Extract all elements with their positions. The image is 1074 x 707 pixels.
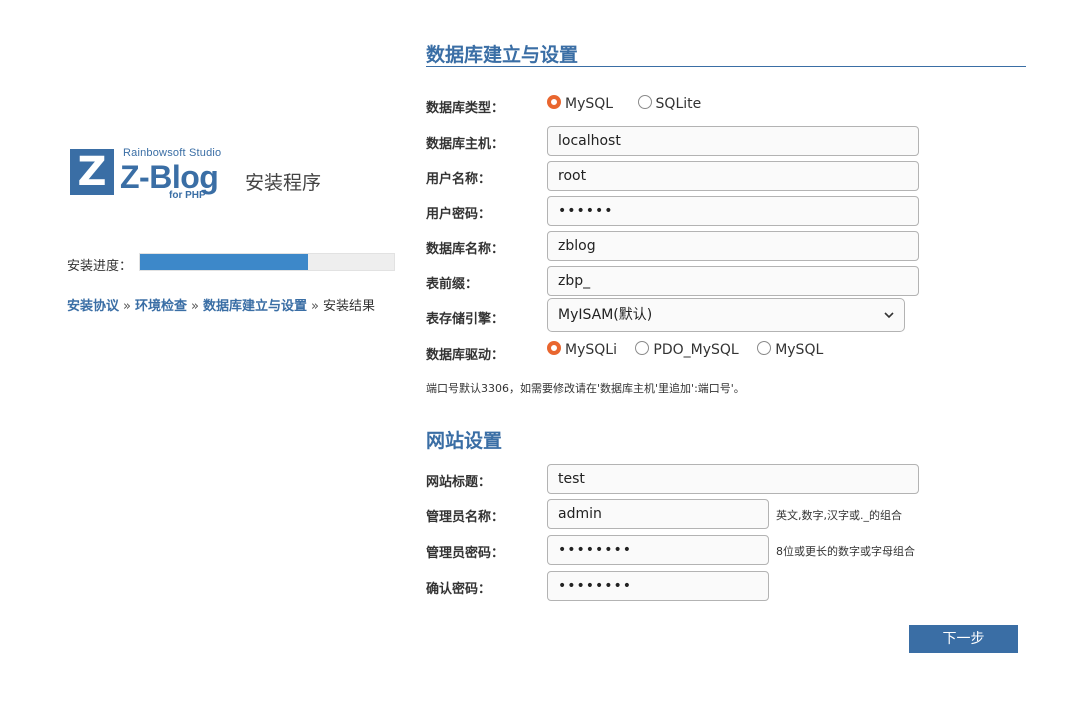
radio-unselected-icon [757, 341, 772, 355]
db-name-label: 数据库名称： [426, 242, 505, 257]
table-engine-value: MyISAM(默认) [558, 307, 653, 323]
driver-mysqli-radio[interactable]: MySQLi [547, 341, 617, 358]
driver-pdo-mysql-label: PDO_MySQL [653, 342, 739, 358]
install-progress-bar [139, 253, 395, 271]
step-separator: » [123, 299, 131, 314]
confirm-password-input[interactable]: •••••••• [547, 571, 769, 601]
zblog-logo: Z Rainbowsoft Studio Z-Blog for PHP 安装程序 [70, 147, 330, 204]
step-agreement: 安装协议 [67, 299, 120, 314]
admin-name-label: 管理员名称： [426, 510, 505, 525]
db-password-label: 用户密码： [426, 207, 492, 222]
step-result: 安装结果 [322, 299, 375, 314]
db-name-input[interactable]: zblog [547, 231, 919, 261]
db-type-mysql-label: MySQL [565, 96, 614, 112]
next-step-button[interactable]: 下一步 [909, 625, 1018, 653]
db-type-mysql-radio[interactable]: MySQL [547, 95, 613, 112]
driver-mysql-radio[interactable]: MySQL [757, 341, 823, 358]
db-driver-label: 数据库驱动： [426, 348, 505, 363]
step-separator: » [310, 299, 319, 314]
table-engine-select[interactable]: MyISAM(默认) [547, 298, 905, 332]
admin-password-hint: 8位或更长的数字或字母组合 [776, 545, 915, 558]
radio-unselected-icon [637, 95, 652, 109]
title-divider [426, 66, 1026, 67]
db-user-input[interactable]: root [547, 161, 919, 191]
table-engine-label: 表存储引擎： [426, 312, 505, 327]
db-host-label: 数据库主机： [426, 137, 505, 152]
install-steps-breadcrumb: 安装协议» 环境检查» 数据库建立与设置» 安装结果 [67, 295, 375, 314]
radio-selected-icon [547, 341, 561, 355]
db-driver-radio-group: MySQLi PDO_MySQL MySQL [547, 341, 843, 358]
db-type-radio-group: MySQL SQLite [547, 95, 721, 112]
admin-name-hint: 英文,数字,汉字或._的组合 [776, 509, 902, 522]
db-type-label: 数据库类型： [426, 101, 505, 116]
admin-password-label: 管理员密码： [426, 546, 505, 561]
port-note: 端口号默认3306，如需要修改请在'数据库主机'里追加':端口号'。 [426, 382, 745, 395]
db-type-sqlite-radio[interactable]: SQLite [637, 95, 702, 112]
db-host-input[interactable]: localhost [547, 126, 919, 156]
radio-unselected-icon [635, 341, 650, 355]
db-type-sqlite-label: SQLite [655, 96, 702, 112]
site-title-input[interactable]: test [547, 464, 919, 494]
driver-pdo-mysql-radio[interactable]: PDO_MySQL [635, 341, 739, 358]
install-progress-fill [140, 254, 308, 270]
admin-password-input[interactable]: •••••••• [547, 535, 769, 565]
logo-mark: Z [70, 149, 114, 195]
logo-studio: Rainbowsoft Studio [123, 147, 222, 159]
driver-mysqli-label: MySQLi [565, 342, 617, 358]
admin-name-input[interactable]: admin [547, 499, 769, 529]
db-password-input[interactable]: •••••• [547, 196, 919, 226]
progress-label: 安装进度： [67, 259, 133, 274]
chevron-down-icon [884, 312, 894, 319]
confirm-password-label: 确认密码： [426, 582, 492, 597]
table-prefix-label: 表前缀： [426, 277, 479, 292]
db-user-label: 用户名称： [426, 172, 492, 187]
driver-mysql-label: MySQL [775, 342, 824, 358]
db-section-title: 数据库建立与设置 [426, 44, 579, 66]
logo-sub: for PHP [169, 190, 206, 201]
step-env-check: 环境检查 [134, 299, 187, 314]
step-separator: » [191, 299, 199, 314]
site-title-label: 网站标题： [426, 475, 492, 490]
table-prefix-input[interactable]: zbp_ [547, 266, 919, 296]
step-database-setup: 数据库建立与设置 [202, 299, 307, 314]
logo-installer-title: 安装程序 [245, 172, 322, 194]
site-section-title: 网站设置 [426, 430, 503, 452]
radio-selected-icon [547, 95, 561, 109]
